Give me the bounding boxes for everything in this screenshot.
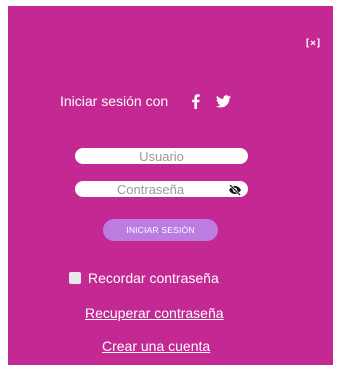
close-button[interactable]: [×] bbox=[304, 38, 321, 49]
password-field-wrapper bbox=[75, 181, 248, 197]
username-field-wrapper bbox=[75, 148, 248, 164]
password-input[interactable] bbox=[75, 181, 248, 197]
login-button[interactable]: INICIAR SESIÓN bbox=[103, 219, 218, 241]
eye-slash-icon[interactable] bbox=[228, 183, 242, 196]
twitter-icon[interactable] bbox=[214, 92, 232, 110]
facebook-icon[interactable] bbox=[186, 92, 204, 110]
remember-row: Recordar contraseña bbox=[69, 270, 219, 286]
username-input[interactable] bbox=[75, 148, 248, 164]
social-login-label: Iniciar sesión con bbox=[60, 93, 169, 109]
social-login-row: Iniciar sesión con bbox=[60, 92, 232, 110]
remember-label[interactable]: Recordar contraseña bbox=[88, 270, 219, 286]
recover-password-link[interactable]: Recuperar contraseña bbox=[85, 305, 224, 321]
login-panel: [×] Iniciar sesión con INIC bbox=[8, 6, 333, 365]
remember-checkbox[interactable] bbox=[69, 272, 81, 284]
create-account-link[interactable]: Crear una cuenta bbox=[102, 338, 210, 354]
